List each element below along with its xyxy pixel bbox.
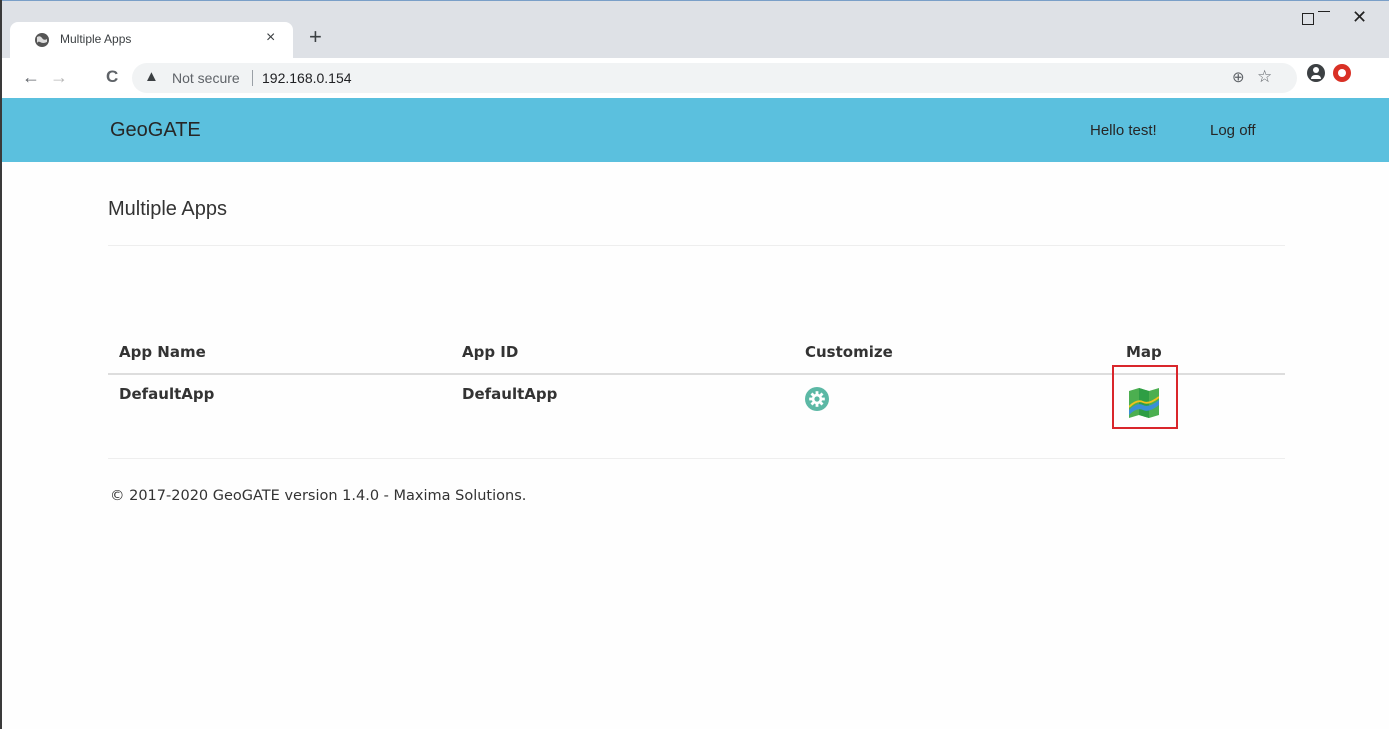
browser-toolbar: ← → C ▲ Not secure 192.168.0.154 ⊕ ☆ <box>2 58 1389 98</box>
new-tab-button[interactable]: + <box>309 24 322 50</box>
warning-icon[interactable]: ▲ <box>144 68 159 85</box>
gear-icon[interactable] <box>805 387 829 411</box>
tab-title: Multiple Apps <box>60 32 132 46</box>
site-navbar: GeoGATE Hello test! Log off <box>2 98 1389 162</box>
security-label[interactable]: Not secure <box>172 70 240 86</box>
window-close-button[interactable]: ✕ <box>1352 7 1367 28</box>
profile-icon[interactable] <box>1307 64 1325 82</box>
brand-link[interactable]: GeoGATE <box>110 119 201 142</box>
header-customize: Customize <box>805 343 893 361</box>
header-app-id: App ID <box>462 343 519 361</box>
row-app-id: DefaultApp <box>462 385 558 403</box>
row-app-name: DefaultApp <box>119 385 215 403</box>
title-divider <box>108 245 1285 246</box>
logoff-link[interactable]: Log off <box>1210 122 1256 139</box>
url-text[interactable]: 192.168.0.154 <box>262 70 352 86</box>
page-title: Multiple Apps <box>108 198 227 220</box>
bookmark-star-icon[interactable]: ☆ <box>1257 67 1272 87</box>
address-bar[interactable]: ▲ Not secure 192.168.0.154 ⊕ ☆ <box>132 63 1297 93</box>
zoom-icon[interactable]: ⊕ <box>1232 68 1245 86</box>
extension-icon[interactable] <box>1333 64 1351 82</box>
globe-favicon-icon <box>35 33 49 47</box>
minimize-button[interactable] <box>1318 11 1330 12</box>
header-app-name: App Name <box>119 343 206 361</box>
forward-button[interactable]: → <box>50 67 68 88</box>
footer-text: © 2017-2020 GeoGATE version 1.4.0 - Maxi… <box>110 488 527 504</box>
table-header-divider <box>108 373 1285 375</box>
tab-strip: Multiple Apps × + ✕ <box>2 1 1389 58</box>
back-button[interactable]: ← <box>22 67 40 88</box>
tab-close-icon[interactable]: × <box>266 29 275 47</box>
footer-divider <box>108 458 1285 459</box>
address-separator <box>252 70 253 86</box>
map-icon[interactable] <box>1129 388 1159 418</box>
header-map: Map <box>1126 343 1162 361</box>
maximize-button[interactable] <box>1302 13 1314 25</box>
user-greeting-link[interactable]: Hello test! <box>1090 122 1157 139</box>
reload-button[interactable]: C <box>106 67 118 87</box>
tab-multiple-apps[interactable]: Multiple Apps × <box>10 22 293 58</box>
